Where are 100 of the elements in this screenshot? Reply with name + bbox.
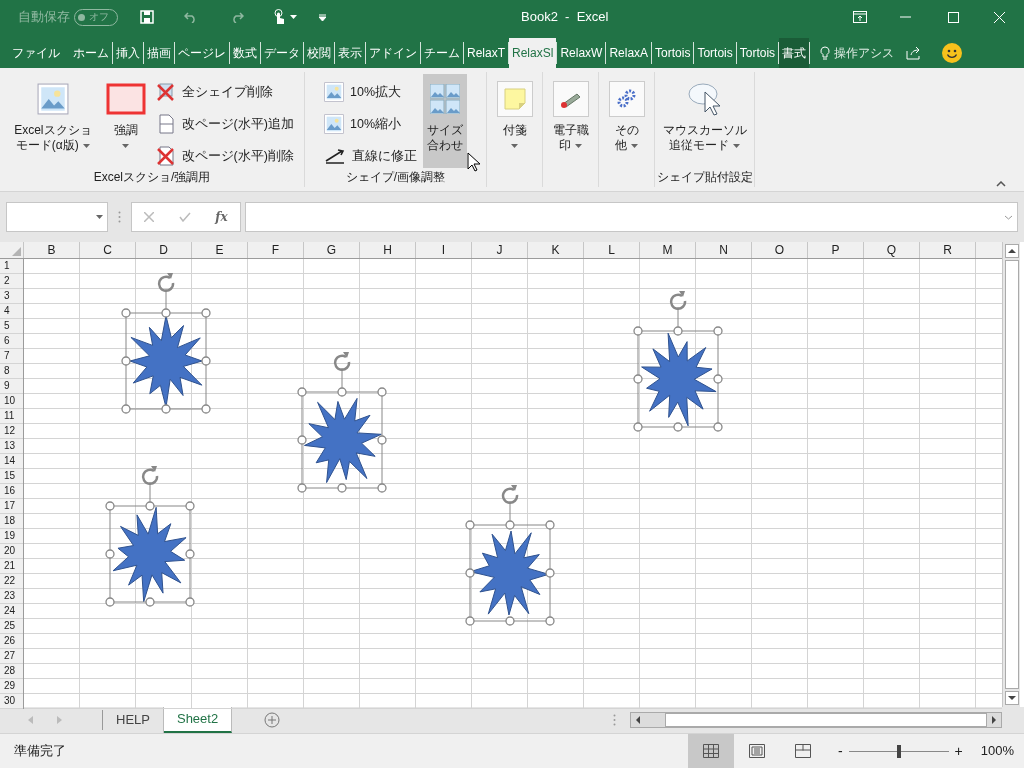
ribbon-large-button[interactable]: 付箋 xyxy=(492,74,537,187)
ribbon-small-button[interactable]: 10%縮小 xyxy=(324,112,417,136)
row-header[interactable]: 22 xyxy=(0,574,23,589)
column-header[interactable]: O xyxy=(752,242,808,258)
column-header[interactable]: Q xyxy=(864,242,920,258)
ribbon-tab[interactable]: アドイン xyxy=(366,38,420,68)
smiley-icon[interactable] xyxy=(942,43,963,63)
ribbon-tab[interactable]: データ xyxy=(261,38,303,68)
touch-mode-icon[interactable] xyxy=(272,9,286,25)
ribbon-tab[interactable]: 挿入 xyxy=(113,38,143,68)
ribbon-large-button[interactable]: その 他 xyxy=(604,74,649,187)
row-header[interactable]: 24 xyxy=(0,604,23,619)
ribbon-tab[interactable]: 校閲 xyxy=(304,38,334,68)
ribbon-small-button[interactable]: 直線に修正 xyxy=(324,144,417,168)
row-header[interactable]: 12 xyxy=(0,424,23,439)
column-header[interactable]: R xyxy=(920,242,976,258)
ribbon-large-button[interactable]: サイズ 合わせ xyxy=(423,74,467,168)
row-header[interactable]: 8 xyxy=(0,364,23,379)
row-header[interactable]: 7 xyxy=(0,349,23,364)
row-header[interactable]: 26 xyxy=(0,634,23,649)
formula-field[interactable] xyxy=(245,202,1018,232)
ribbon-tab[interactable]: Tortois xyxy=(694,38,736,68)
scrollbar-thumb[interactable] xyxy=(1004,260,1019,689)
column-header[interactable]: L xyxy=(584,242,640,258)
ribbon-small-button[interactable]: 改ページ(水平)削除 xyxy=(155,144,294,168)
row-header[interactable]: 6 xyxy=(0,334,23,349)
row-header[interactable]: 17 xyxy=(0,499,23,514)
ribbon-tab[interactable]: ホーム xyxy=(70,38,112,68)
ribbon-tab[interactable]: RelaxW xyxy=(557,38,606,68)
row-header[interactable]: 25 xyxy=(0,619,23,634)
ribbon-display-options-icon[interactable] xyxy=(853,11,867,23)
row-header[interactable]: 18 xyxy=(0,514,23,529)
sheet-tab[interactable]: Sheet2 xyxy=(163,707,233,733)
column-header[interactable]: P xyxy=(808,242,864,258)
row-header[interactable]: 19 xyxy=(0,529,23,544)
row-header[interactable]: 11 xyxy=(0,409,23,424)
ribbon-small-button[interactable]: 10%拡大 xyxy=(324,80,417,104)
undo-icon[interactable] xyxy=(184,11,198,23)
ribbon-small-button[interactable]: 全シェイプ削除 xyxy=(155,80,294,104)
row-header[interactable]: 20 xyxy=(0,544,23,559)
column-header[interactable]: H xyxy=(360,242,416,258)
ribbon-tab[interactable]: チーム xyxy=(421,38,463,68)
column-header[interactable]: G xyxy=(304,242,360,258)
ribbon-tab[interactable]: 数式 xyxy=(230,38,260,68)
column-header[interactable]: N xyxy=(696,242,752,258)
row-header[interactable]: 9 xyxy=(0,379,23,394)
ribbon-large-button[interactable]: Excelスクショ モード(α版) xyxy=(10,74,96,168)
star-shape[interactable] xyxy=(296,350,388,496)
star-shape[interactable] xyxy=(104,464,196,610)
ribbon-tab[interactable]: ファイル xyxy=(4,38,68,68)
row-header[interactable]: 1 xyxy=(0,259,23,274)
add-sheet-icon[interactable] xyxy=(264,712,281,728)
tell-me-field[interactable]: 操作アシス xyxy=(834,44,895,62)
ribbon-tab[interactable]: RelaxT xyxy=(464,38,508,68)
scroll-down-icon[interactable] xyxy=(1004,691,1019,705)
ribbon-tab[interactable]: Tortois xyxy=(736,38,779,68)
ribbon-small-button[interactable]: 改ページ(水平)追加 xyxy=(155,112,294,136)
zoom-slider-thumb[interactable] xyxy=(896,744,901,758)
ribbon-tab[interactable]: 表示 xyxy=(335,38,365,68)
collapse-ribbon-icon[interactable] xyxy=(996,181,1006,187)
insert-function-button[interactable]: fx xyxy=(215,208,228,226)
row-header[interactable]: 4 xyxy=(0,304,23,319)
row-header[interactable]: 23 xyxy=(0,589,23,604)
row-header[interactable]: 28 xyxy=(0,664,23,679)
ribbon-large-button[interactable]: 電子職 印 xyxy=(548,74,593,187)
column-header[interactable]: B xyxy=(24,242,80,258)
zoom-in-button[interactable]: + xyxy=(954,740,963,762)
redo-icon[interactable] xyxy=(230,11,244,23)
row-header[interactable]: 10 xyxy=(0,394,23,409)
row-header[interactable]: 27 xyxy=(0,649,23,664)
ribbon-large-button[interactable]: 強調 xyxy=(101,74,150,168)
zoom-level[interactable]: 100% xyxy=(980,741,1014,761)
row-header[interactable]: 13 xyxy=(0,439,23,454)
column-header[interactable]: C xyxy=(80,242,136,258)
column-header[interactable]: E xyxy=(192,242,248,258)
share-icon[interactable] xyxy=(906,46,923,60)
maximize-icon[interactable] xyxy=(948,11,959,23)
row-header[interactable]: 29 xyxy=(0,679,23,694)
close-icon[interactable] xyxy=(994,11,1005,23)
ribbon-tab[interactable]: 描画 xyxy=(144,38,174,68)
ribbon-tab[interactable]: Tortois xyxy=(652,38,694,68)
star-shape[interactable] xyxy=(120,271,212,417)
scroll-up-icon[interactable] xyxy=(1004,244,1019,258)
row-header[interactable]: 21 xyxy=(0,559,23,574)
normal-view-button[interactable] xyxy=(687,734,734,768)
save-icon[interactable] xyxy=(140,10,154,24)
star-shape[interactable] xyxy=(632,289,724,435)
column-header[interactable]: M xyxy=(640,242,696,258)
customize-toolbar-icon[interactable] xyxy=(319,13,326,21)
ribbon-tab[interactable]: 書式 xyxy=(779,38,810,68)
star-shape[interactable] xyxy=(464,483,556,629)
column-header[interactable]: J xyxy=(472,242,528,258)
row-header[interactable]: 16 xyxy=(0,484,23,499)
horizontal-scrollbar-thumb[interactable] xyxy=(665,713,988,727)
column-header[interactable]: F xyxy=(248,242,304,258)
column-header[interactable]: K xyxy=(528,242,584,258)
ribbon-large-button[interactable]: マウスカーソル 追従モード xyxy=(658,74,751,168)
ribbon-tab[interactable]: RelaxA xyxy=(606,38,652,68)
row-header[interactable]: 15 xyxy=(0,469,23,484)
ribbon-tab[interactable]: ページレ xyxy=(175,38,229,68)
